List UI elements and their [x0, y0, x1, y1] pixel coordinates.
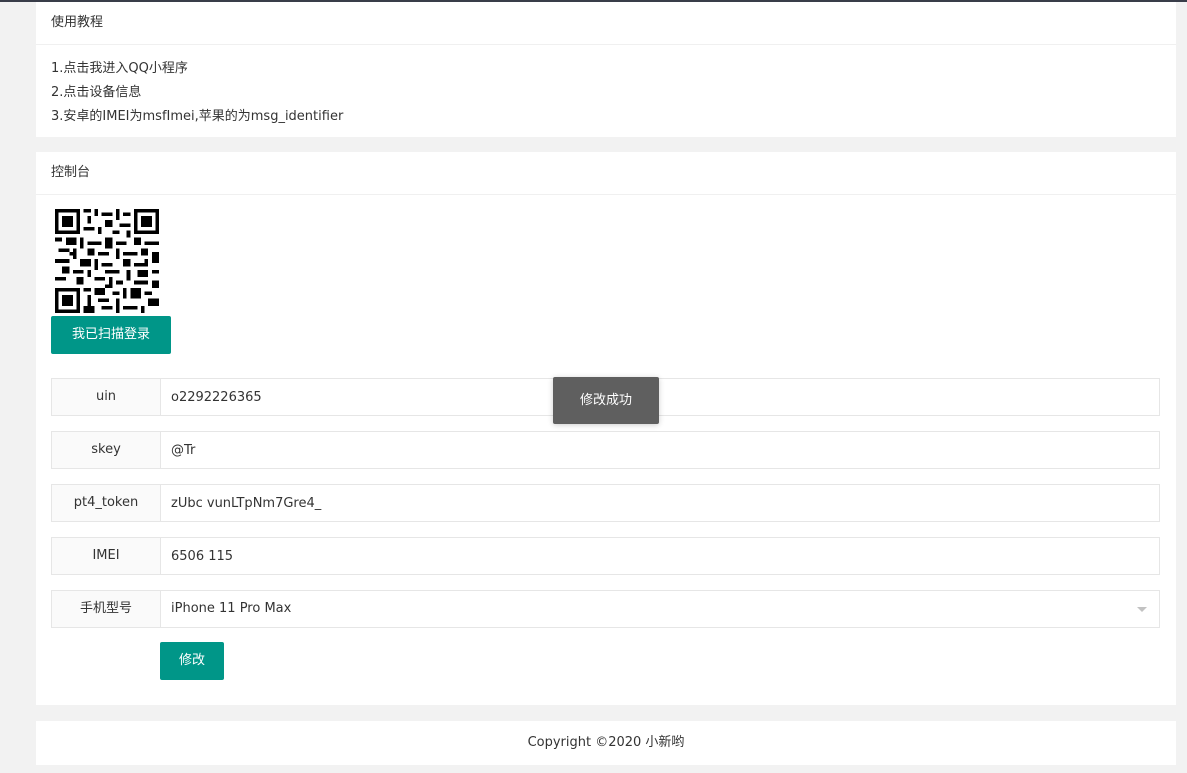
tutorial-card: 使用教程 1.点击我进入QQ小程序 2.点击设备信息 3.安卓的IMEI为msf… — [36, 2, 1176, 137]
qr-code-icon — [55, 209, 159, 313]
model-label: 手机型号 — [52, 591, 161, 627]
skey-row: skey — [51, 431, 1160, 469]
tutorial-steps: 1.点击我进入QQ小程序 2.点击设备信息 3.安卓的IMEI为msfImei,… — [36, 45, 1176, 129]
uin-input[interactable] — [161, 379, 1159, 415]
tutorial-step: 2.点击设备信息 — [51, 85, 142, 100]
skey-input[interactable] — [161, 432, 1159, 468]
uin-label: uin — [52, 379, 161, 415]
scan-login-button[interactable]: 我已扫描登录 — [51, 316, 171, 354]
tutorial-step-link[interactable]: 1.点击我进入QQ小程序 — [51, 57, 1161, 81]
imei-label: IMEI — [52, 538, 161, 574]
imei-row: IMEI — [51, 537, 1160, 575]
tutorial-title: 使用教程 — [36, 2, 1176, 45]
model-row: 手机型号 iPhone 11 Pro Max — [51, 590, 1160, 628]
skey-label: skey — [52, 432, 161, 468]
tutorial-step: 3.安卓的IMEI为msfImei,苹果的为msg_identifier — [51, 109, 344, 124]
chevron-down-icon — [1137, 607, 1147, 612]
success-toast: 修改成功 — [553, 377, 659, 424]
pt4-token-label: pt4_token — [52, 485, 161, 521]
copyright-text: Copyright ©2020 小新哟 — [527, 735, 685, 750]
model-select-value: iPhone 11 Pro Max — [171, 601, 292, 616]
model-select[interactable]: iPhone 11 Pro Max — [161, 591, 1159, 627]
pt4-token-row: pt4_token — [51, 484, 1160, 522]
imei-input[interactable] — [161, 538, 1159, 574]
pt4-token-input[interactable] — [161, 485, 1159, 521]
footer: Copyright ©2020 小新哟 — [36, 721, 1176, 765]
console-title: 控制台 — [36, 152, 1176, 195]
console-card: 控制台 我已扫描登录 uin o2292226365 skey @Tr pt4_… — [36, 152, 1176, 705]
submit-button[interactable]: 修改 — [160, 642, 224, 680]
